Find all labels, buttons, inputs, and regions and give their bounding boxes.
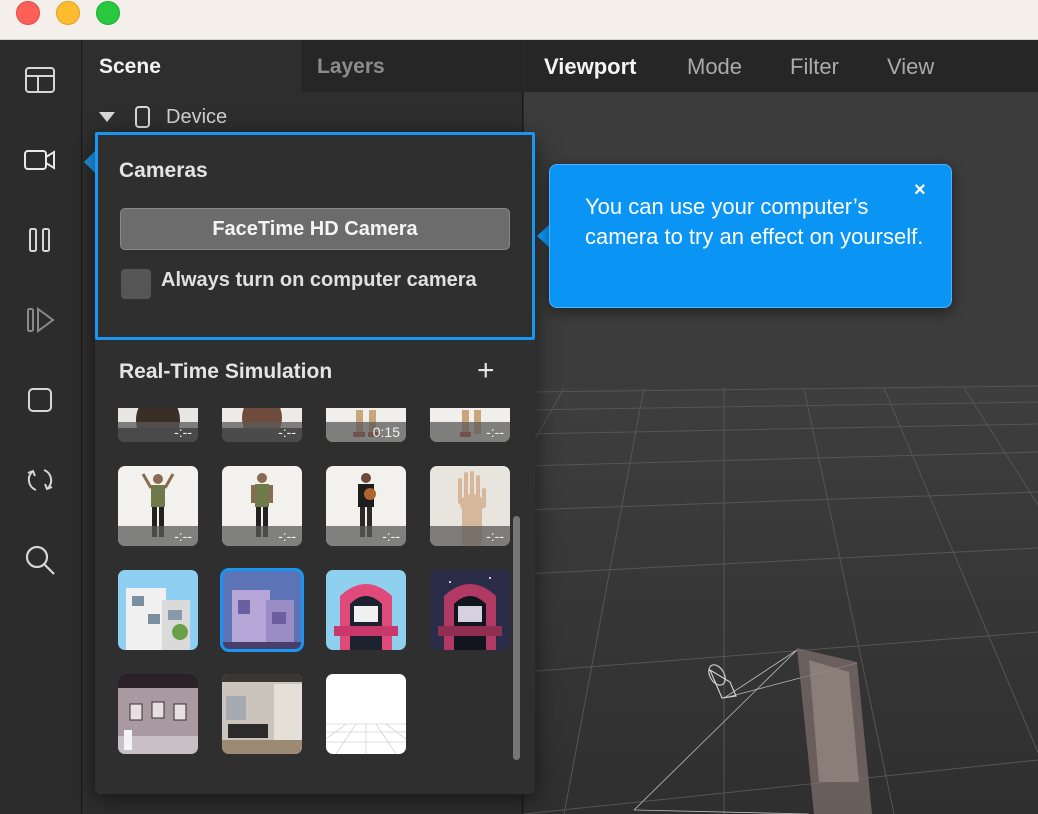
duration-label: -:--: [278, 424, 296, 440]
title-bar: [0, 0, 1038, 40]
duration-label: 0:15: [372, 424, 400, 440]
camera-tooltip: You can use your computer’s camera to tr…: [549, 164, 952, 308]
layout-icon: [25, 67, 55, 93]
simulation-thumbnail[interactable]: [326, 674, 406, 754]
cameras-section: Cameras FaceTime HD Camera Always turn o…: [95, 132, 535, 340]
simulation-thumbnail[interactable]: [118, 674, 198, 754]
simulation-grid: -:-- -:-- 0:15 -:-- -:-- -:-- -:-- -:--: [95, 408, 515, 768]
simulation-thumbnail[interactable]: -:--: [430, 408, 510, 442]
add-simulation-button[interactable]: +: [477, 356, 495, 386]
device-popover: Cameras FaceTime HD Camera Always turn o…: [95, 132, 535, 794]
search-toolbar-button[interactable]: [20, 540, 60, 580]
refresh-toolbar-button[interactable]: [20, 460, 60, 500]
tab-view[interactable]: View: [887, 40, 934, 92]
pause-toolbar-button[interactable]: [20, 220, 60, 260]
search-icon: [25, 545, 55, 575]
duration-label: -:--: [174, 424, 192, 440]
camera-select-button[interactable]: FaceTime HD Camera: [120, 208, 510, 250]
simulation-thumbnail[interactable]: [222, 674, 302, 754]
tab-scene[interactable]: Scene: [83, 40, 301, 92]
restart-toolbar-button[interactable]: [20, 300, 60, 340]
tab-layers[interactable]: Layers: [301, 40, 523, 92]
duration-label: -:--: [278, 528, 296, 544]
video-camera-icon: [24, 150, 55, 170]
simulation-thumbnail[interactable]: -:--: [222, 408, 302, 442]
simulation-thumbnail[interactable]: [118, 570, 198, 650]
left-toolbar: [0, 40, 82, 814]
video-toolbar-button[interactable]: [20, 140, 60, 180]
viewport-tabs: Viewport Mode Filter View: [524, 40, 1038, 92]
simulation-thumbnail[interactable]: [220, 568, 304, 652]
close-window-button[interactable]: [16, 1, 40, 25]
device-label: Device: [166, 105, 228, 128]
duration-label: -:--: [174, 528, 192, 544]
viewport-panel: Viewport Mode Filter View: [524, 40, 1038, 814]
duration-label: -:--: [382, 528, 400, 544]
simulation-thumbnail[interactable]: [430, 570, 510, 650]
panel-tabs: Scene Layers: [83, 40, 523, 92]
simulation-thumbnail[interactable]: -:--: [430, 466, 510, 546]
simulation-thumbnail[interactable]: [326, 570, 406, 650]
simulation-thumbnail[interactable]: -:--: [118, 408, 198, 442]
simulation-thumbnail[interactable]: -:--: [118, 466, 198, 546]
device-tree-item[interactable]: Device: [99, 102, 227, 132]
simulation-thumbnail[interactable]: 0:15: [326, 408, 406, 442]
cameras-title: Cameras: [119, 159, 208, 182]
simulation-title: Real-Time Simulation: [119, 360, 333, 383]
tab-viewport[interactable]: Viewport: [544, 40, 637, 92]
minimize-window-button[interactable]: [56, 1, 80, 25]
stop-toolbar-button[interactable]: [20, 380, 60, 420]
pause-icon: [29, 228, 50, 252]
simulation-scrollbar[interactable]: [513, 516, 520, 760]
phone-icon: [135, 106, 150, 128]
duration-label: -:--: [486, 528, 504, 544]
duration-label: -:--: [486, 424, 504, 440]
refresh-icon: [27, 469, 53, 491]
tab-filter[interactable]: Filter: [790, 40, 839, 92]
tab-mode[interactable]: Mode: [687, 40, 742, 92]
simulation-thumbnail[interactable]: -:--: [326, 466, 406, 546]
restart-icon: [27, 307, 55, 333]
disclosure-triangle-icon[interactable]: [99, 112, 115, 122]
layout-toolbar-button[interactable]: [20, 60, 60, 100]
always-camera-label: Always turn on computer camera: [161, 269, 477, 291]
close-icon[interactable]: ×: [914, 179, 926, 202]
stop-icon: [28, 388, 52, 412]
zoom-window-button[interactable]: [96, 1, 120, 25]
simulation-thumbnail[interactable]: -:--: [222, 466, 302, 546]
tooltip-text: You can use your computer’s camera to tr…: [585, 194, 924, 249]
always-camera-checkbox[interactable]: [121, 269, 151, 299]
